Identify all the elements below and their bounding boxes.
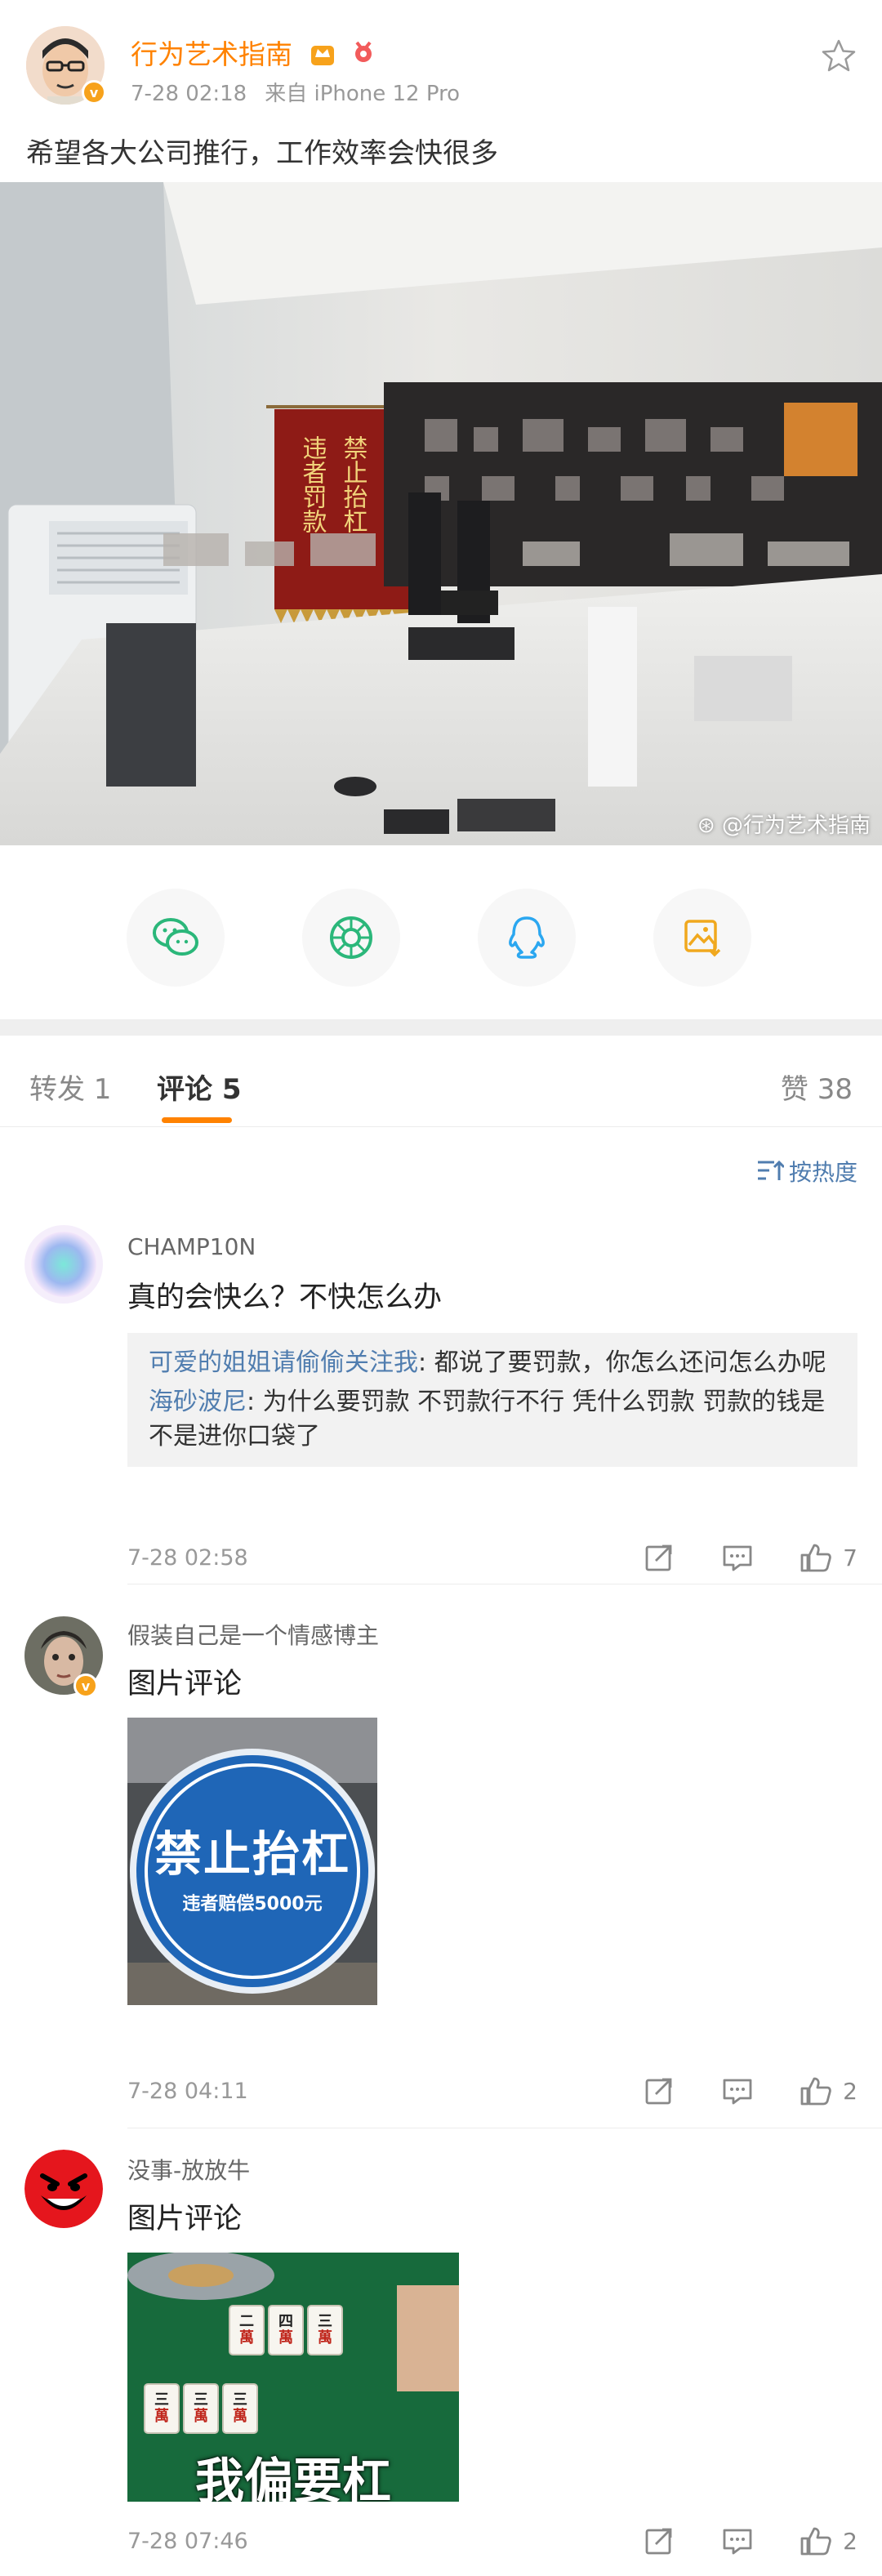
like-count: 2 [843, 2077, 858, 2105]
tab-comments[interactable]: 评论 5 [157, 1067, 242, 1107]
comment-text: 图片评论 [127, 1668, 243, 1700]
like-icon[interactable] [797, 2522, 835, 2560]
comment-text: 图片评论 [127, 2203, 243, 2235]
medal-badge-icon [349, 39, 378, 74]
banner-line-2: 违者罚款 [298, 435, 327, 533]
like-count: 7 [843, 1544, 858, 1571]
reply-item: 可爱的姐姐请偷偷关注我: 都说了要罚款，你怎么还问怎么办呢 [149, 1346, 836, 1380]
commenter-name[interactable]: 假装自己是一个情感博主 [127, 1618, 379, 1651]
tab-likes[interactable]: 赞 38 [781, 1067, 853, 1107]
commenter-avatar[interactable] [24, 1225, 103, 1304]
post-source: 来自 iPhone 12 Pro [265, 82, 461, 106]
commenter-name[interactable]: CHAMP10N [127, 1233, 256, 1260]
verified-badge-icon: v [74, 1674, 98, 1698]
like-icon[interactable] [797, 2072, 835, 2110]
commenter-name[interactable]: 没事-放放牛 [127, 2153, 250, 2186]
author-name-text[interactable]: 行为艺术指南 [131, 38, 292, 70]
post-header: v 行为艺术指南 7-28 02:18 来自 iPhone 12 Pro [0, 0, 882, 114]
comment-time: 7-28 04:11 [127, 2079, 248, 2104]
mahjong-tile: 三萬 [222, 2383, 258, 2434]
post-time: 7-28 02:18 [131, 82, 247, 106]
mahjong-tile: 二萬 [229, 2305, 265, 2355]
tile-row-upper: 二萬四萬三萬 [229, 2305, 343, 2355]
commenter-avatar[interactable] [24, 2150, 103, 2228]
tile-row-lower: 三萬三萬三萬 [144, 2383, 258, 2434]
comment-time: 7-28 02:58 [127, 1545, 248, 1571]
mahjong-tile: 三萬 [183, 2383, 219, 2434]
share-row [0, 889, 882, 987]
image-watermark: ⊛ @行为艺术指南 [697, 809, 871, 839]
comment-item: CHAMP10N 真的会快么？不快怎么办 可爱的姐姐请偷偷关注我: 都说了要罚款… [0, 1225, 882, 1584]
qq-icon [509, 916, 545, 959]
reply-author[interactable]: 可爱的姐姐请偷偷关注我 [149, 1348, 418, 1377]
post-text: 希望各大公司推行，工作效率会快很多 [26, 137, 498, 170]
post-image[interactable]: 禁止抬杠 违者罚款 ⊛ @行为艺术指南 [0, 182, 882, 845]
active-tab-indicator [162, 1117, 232, 1123]
weibo-logo-icon: ⊛ [697, 813, 715, 838]
tab-repost[interactable]: 转发 1 [29, 1067, 111, 1107]
sort-by-hot-button[interactable]: 按热度 [756, 1155, 858, 1188]
gradient-avatar-image [24, 1225, 103, 1304]
forward-icon[interactable] [640, 1539, 678, 1576]
mahjong-tile: 三萬 [307, 2305, 343, 2355]
comment-actions: 7 [599, 1539, 858, 1576]
reply-icon[interactable] [719, 2072, 756, 2110]
comment-image[interactable]: 禁止抬杠 违者赔偿5000元 [127, 1718, 377, 2005]
comment-item: v 假装自己是一个情感博主 图片评论 禁止抬杠 违者赔偿5000元 7-28 0… [0, 1613, 882, 2128]
devil-smile-avatar-image [24, 2150, 103, 2228]
favorite-star-icon[interactable] [818, 36, 859, 77]
comment-item: 没事-放放牛 图片评论 二萬四萬三萬 三萬三萬三萬 我偏要杠 7-28 07:4… [0, 2148, 882, 2576]
comment-actions: 2 [599, 2522, 858, 2560]
like-count: 2 [843, 2527, 858, 2555]
like-icon[interactable] [797, 1539, 835, 1576]
sort-label[interactable]: 按热度 [789, 1155, 858, 1188]
moments-icon [330, 916, 372, 959]
reply-text: : 都说了要罚款，你怎么还问怎么办呢 [418, 1348, 826, 1377]
watermark-text: @行为艺术指南 [721, 813, 871, 838]
crown-badge-icon [308, 39, 337, 74]
reply-icon[interactable] [719, 1539, 756, 1576]
banner-line-1: 禁止抬杠 [339, 435, 368, 533]
reply-icon[interactable] [719, 2522, 756, 2560]
reply-item: 海砂波尼: 为什么要罚款 不罚款行不行 凭什么罚款 罚款的钱是不是进你口袋了 [149, 1385, 836, 1454]
share-moments-button[interactable] [302, 889, 400, 987]
share-wechat-button[interactable] [127, 889, 225, 987]
comment-actions: 2 [599, 2072, 858, 2110]
save-image-button[interactable] [653, 889, 751, 987]
reply-text: : 为什么要罚款 不罚款行不行 凭什么罚款 罚款的钱是不是进你口袋了 [149, 1388, 826, 1451]
mahjong-tile: 三萬 [144, 2383, 180, 2434]
comment-time: 7-28 07:46 [127, 2529, 248, 2554]
comment-text: 真的会快么？不快怎么办 [127, 1281, 443, 1314]
sign-title: 禁止抬杠 [154, 1826, 350, 1882]
author-name[interactable]: 行为艺术指南 [131, 33, 378, 74]
verified-badge-icon: v [82, 80, 106, 105]
post-meta: 7-28 02:18 来自 iPhone 12 Pro [131, 77, 460, 107]
tab-bar: 转发 1 评论 5 赞 38 [0, 1036, 882, 1127]
reply-box[interactable]: 可爱的姐姐请偷偷关注我: 都说了要罚款，你怎么还问怎么办呢 海砂波尼: 为什么要… [127, 1333, 858, 1467]
sort-icon [757, 1160, 784, 1180]
forward-icon[interactable] [640, 2072, 678, 2110]
reply-author[interactable]: 海砂波尼 [149, 1388, 247, 1416]
office-photo: 禁止抬杠 违者罚款 [0, 182, 882, 845]
share-qq-button[interactable] [478, 889, 576, 987]
comment-image[interactable]: 二萬四萬三萬 三萬三萬三萬 我偏要杠 [127, 2253, 459, 2502]
sign-subtitle: 违者赔偿5000元 [182, 1894, 323, 1914]
meme-caption: 我偏要杠 [195, 2453, 391, 2502]
mahjong-tile: 四萬 [268, 2305, 304, 2355]
wechat-icon [153, 918, 198, 956]
forward-icon[interactable] [640, 2522, 678, 2560]
save-image-icon [684, 920, 721, 957]
section-separator [0, 1019, 882, 1036]
